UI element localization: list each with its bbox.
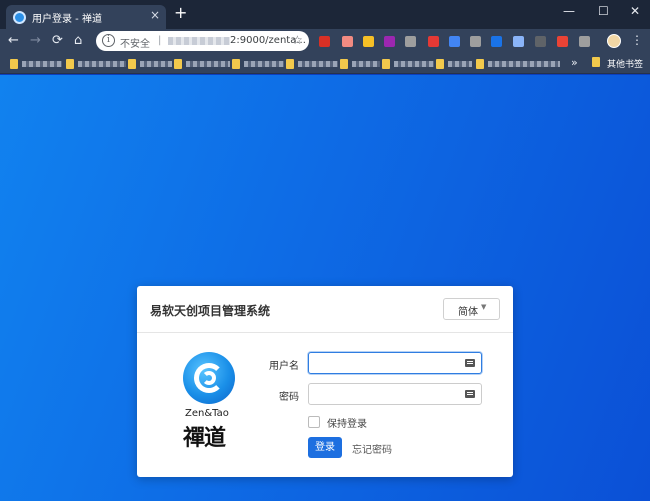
window-close-button[interactable]: ✕	[630, 4, 640, 18]
reload-button[interactable]: ⟳	[52, 33, 63, 49]
browser-toolbar: ← → ⟳ ⌂ i 不安全 | 2:9000/zenta... ☆ ⋮	[0, 29, 650, 54]
extension-rp-icon[interactable]	[384, 36, 395, 47]
browser-menu-icon[interactable]: ⋮	[631, 33, 643, 47]
extension-script-icon[interactable]	[470, 36, 481, 47]
forward-button[interactable]: →	[30, 33, 41, 49]
keyboard-icon[interactable]	[465, 359, 475, 367]
browser-tabstrip: 用户登录 - 禅道 × + — ☐ ✕	[0, 0, 650, 29]
brand-name-cn: 禪道	[183, 425, 226, 451]
folder-icon	[128, 59, 136, 69]
extension-jh-icon[interactable]	[491, 36, 502, 47]
login-panel: 易软天创项目管理系统 简体 ▼ Zen&Tao 禪道 用户名 密码 保持登录 登…	[137, 286, 513, 477]
login-button[interactable]: 登录	[308, 437, 342, 458]
language-label: 简体	[458, 307, 478, 318]
extension-adblock-icon[interactable]	[319, 36, 330, 47]
chevron-down-icon: ▼	[481, 303, 487, 311]
back-button[interactable]: ←	[8, 33, 19, 49]
folder-icon	[436, 59, 444, 69]
login-panel-header: 易软天创项目管理系统 简体 ▼	[137, 286, 513, 333]
bookmarks-overflow-button[interactable]: »	[571, 56, 578, 69]
zentao-logo	[183, 352, 239, 408]
keep-login-label[interactable]: 保持登录	[327, 415, 367, 430]
folder-icon	[382, 59, 390, 69]
extension-tool-icon[interactable]	[405, 36, 416, 47]
folder-icon	[232, 59, 240, 69]
address-separator: |	[158, 35, 162, 46]
extension-note-icon[interactable]	[363, 36, 374, 47]
folder-icon	[66, 59, 74, 69]
zentao-favicon-icon	[13, 11, 26, 24]
logo-swirl-inner-icon	[202, 371, 216, 385]
username-label: 用户名	[269, 361, 299, 372]
security-status: 不安全	[120, 39, 150, 50]
language-select[interactable]: 简体 ▼	[443, 298, 500, 320]
new-tab-button[interactable]: +	[174, 5, 187, 21]
page-background: 易软天创项目管理系统 简体 ▼ Zen&Tao 禪道 用户名 密码 保持登录 登…	[0, 75, 650, 501]
folder-icon	[10, 59, 18, 69]
window-maximize-button[interactable]: ☐	[598, 4, 609, 18]
password-input[interactable]	[308, 383, 482, 405]
keep-login-checkbox[interactable]	[308, 416, 320, 428]
extension-pocket-icon[interactable]	[342, 36, 353, 47]
extension-translate-icon[interactable]	[513, 36, 524, 47]
browser-tab[interactable]: 用户登录 - 禅道 ×	[6, 5, 166, 29]
info-icon[interactable]: i	[102, 34, 115, 47]
extension-chrome-icon[interactable]	[557, 36, 568, 47]
extension-pdf-icon[interactable]	[428, 36, 439, 47]
keyboard-icon[interactable]	[465, 390, 475, 398]
home-button[interactable]: ⌂	[74, 33, 82, 49]
bookmark-star-icon[interactable]: ☆	[292, 33, 303, 47]
brand-name-en: Zen&Tao	[185, 408, 229, 419]
forgot-password-link[interactable]: 忘记密码	[352, 441, 392, 456]
extension-close-icon[interactable]	[535, 36, 546, 47]
tab-close-icon[interactable]: ×	[150, 8, 160, 22]
username-input[interactable]	[308, 352, 482, 374]
redacted-host	[168, 37, 230, 45]
extension-edit-icon[interactable]	[449, 36, 460, 47]
folder-icon	[592, 57, 600, 67]
address-bar[interactable]: i 不安全 | 2:9000/zenta... ☆	[96, 31, 309, 51]
profile-avatar[interactable]	[607, 34, 621, 48]
password-label: 密码	[279, 392, 299, 403]
folder-icon	[286, 59, 294, 69]
extension-bookmark-icon[interactable]	[579, 36, 590, 47]
window-minimize-button[interactable]: —	[563, 4, 575, 18]
folder-icon	[476, 59, 484, 69]
folder-icon	[340, 59, 348, 69]
folder-icon	[174, 59, 182, 69]
tab-title: 用户登录 - 禅道	[32, 14, 102, 25]
system-title: 易软天创项目管理系统	[150, 304, 271, 318]
other-bookmarks-label: 其他书签	[607, 60, 644, 70]
bookmarks-bar: » 其他书签	[0, 54, 650, 74]
